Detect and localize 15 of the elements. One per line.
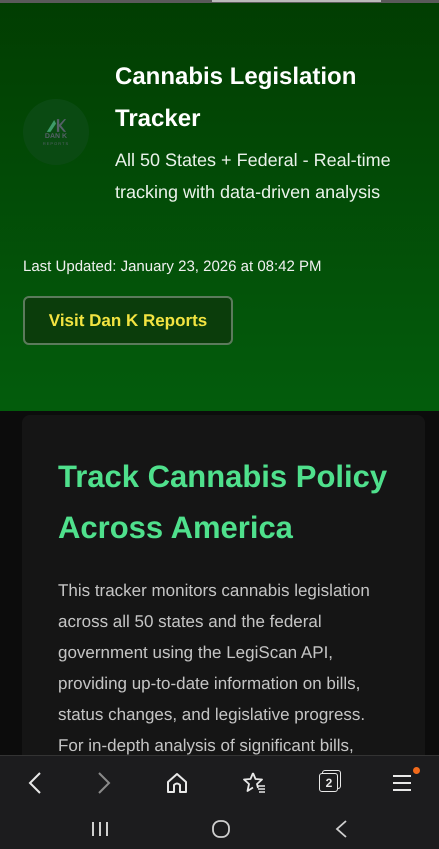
home-icon[interactable] xyxy=(166,772,188,794)
tabs-button[interactable]: 2 xyxy=(319,773,338,792)
logo-mark-icon xyxy=(45,118,67,133)
recent-apps-icon[interactable] xyxy=(91,821,110,837)
bookmarks-icon[interactable] xyxy=(242,770,266,794)
section-heading: Track Cannabis Policy Across America xyxy=(58,458,388,547)
last-updated-text: Last Updated: January 23, 2026 at 08:42 PM xyxy=(23,258,323,275)
visit-reports-button[interactable]: Visit Dan K Reports xyxy=(23,296,233,345)
page-title: Cannabis Legislation Tracker xyxy=(115,62,358,134)
back-icon[interactable] xyxy=(26,770,43,794)
page-subtitle: All 50 States + Federal - Real-time tracking with data-driven analysis xyxy=(115,149,392,204)
home-icon[interactable] xyxy=(211,819,232,839)
back-icon[interactable] xyxy=(334,820,348,838)
intro-paragraph: This tracker monitors cannabis legislation across all 50 states and the federal government using the LegiScan API, providing up-to-date information on bills, status changes, and legislative progress. For in-depth analysis of significant bills, xyxy=(58,580,371,755)
forward-icon[interactable] xyxy=(96,770,112,794)
